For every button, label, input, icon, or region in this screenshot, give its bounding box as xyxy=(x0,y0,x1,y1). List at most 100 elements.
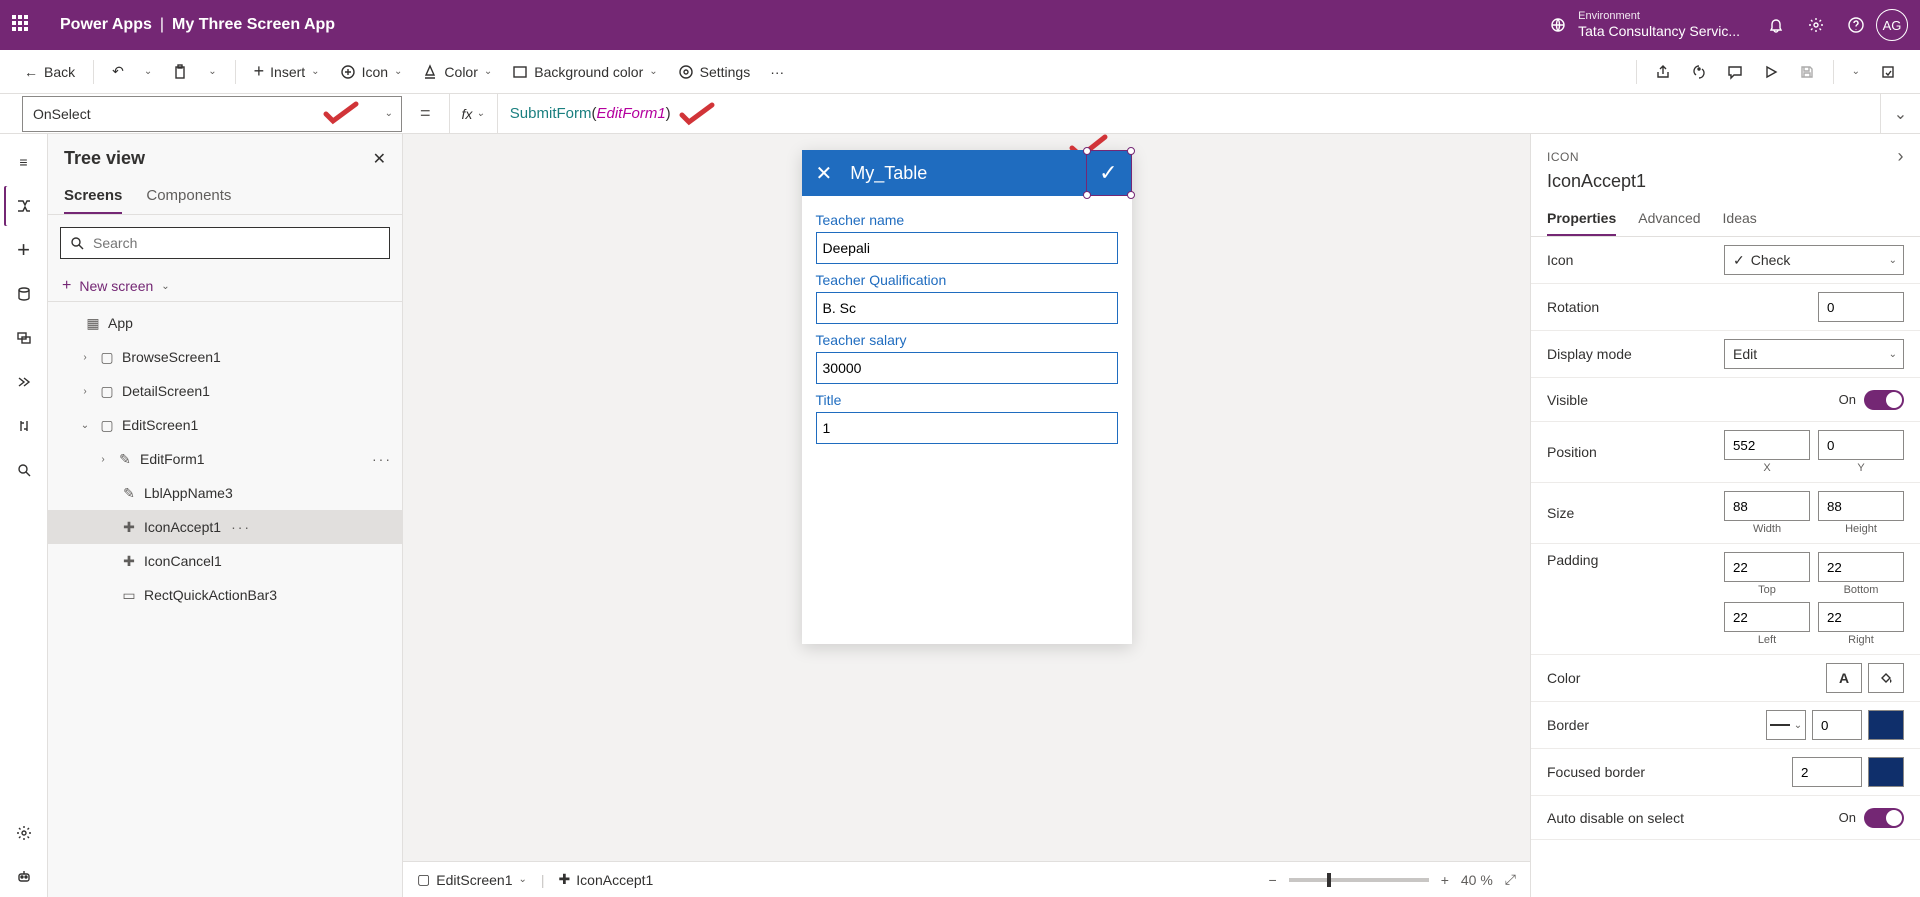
node-editscreen[interactable]: ⌄▢EditScreen1 xyxy=(48,408,402,442)
environment-picker[interactable]: Environment Tata Consultancy Servic... xyxy=(1578,10,1740,40)
rail-tree-icon[interactable] xyxy=(4,186,44,226)
control-name: IconAccept1 xyxy=(1531,171,1920,202)
icon-select[interactable]: ✓ Check⌄ xyxy=(1724,245,1904,275)
autodisable-toggle[interactable] xyxy=(1864,808,1904,828)
expand-formula-icon[interactable]: ⌄ xyxy=(1880,94,1920,133)
preview-icon[interactable] xyxy=(1755,60,1787,84)
field-input[interactable] xyxy=(816,232,1118,264)
search-input[interactable] xyxy=(93,235,381,251)
environment-icon[interactable] xyxy=(1538,5,1578,45)
cancel-icon[interactable]: ✕ xyxy=(816,161,833,186)
font-color-button[interactable]: A xyxy=(1826,663,1862,693)
tab-screens[interactable]: Screens xyxy=(64,179,122,214)
insert-button[interactable]: +Insert⌄ xyxy=(246,57,328,86)
new-screen-button[interactable]: +New screen⌄ xyxy=(48,271,402,302)
tree-search[interactable] xyxy=(60,227,390,259)
node-browsescreen[interactable]: ›▢BrowseScreen1 xyxy=(48,340,402,374)
focused-border-input[interactable] xyxy=(1792,757,1862,787)
field-input[interactable] xyxy=(816,352,1118,384)
checker-icon[interactable] xyxy=(1683,60,1715,84)
comments-icon[interactable] xyxy=(1719,60,1751,84)
field-label: Teacher Qualification xyxy=(816,272,1118,288)
pad-left-input[interactable] xyxy=(1724,602,1810,632)
publish-menu[interactable]: ⌄ xyxy=(1844,62,1868,81)
close-tree-icon[interactable]: ✕ xyxy=(373,149,386,169)
fx-button[interactable]: fx⌄ xyxy=(449,94,498,133)
pad-bottom-input[interactable] xyxy=(1818,552,1904,582)
field-input[interactable] xyxy=(816,412,1118,444)
help-icon[interactable] xyxy=(1836,5,1876,45)
prop-label: Color xyxy=(1547,670,1826,686)
property-selector[interactable]: OnSelect⌄ xyxy=(22,96,402,132)
paste-button[interactable] xyxy=(164,60,196,84)
pos-x-input[interactable] xyxy=(1724,430,1810,460)
user-avatar[interactable]: AG xyxy=(1876,9,1908,41)
bgcolor-button[interactable]: Background color⌄ xyxy=(504,60,665,84)
rail-variables-icon[interactable] xyxy=(4,406,44,446)
breadcrumb-control[interactable]: ✚ IconAccept1 xyxy=(559,871,654,888)
focused-border-color-swatch[interactable] xyxy=(1868,757,1904,787)
displaymode-select[interactable]: Edit⌄ xyxy=(1724,339,1904,369)
tab-advanced[interactable]: Advanced xyxy=(1638,202,1700,236)
rail-virtual-agent-icon[interactable] xyxy=(4,857,44,897)
tab-properties[interactable]: Properties xyxy=(1547,202,1616,236)
notifications-icon[interactable] xyxy=(1756,5,1796,45)
border-color-swatch[interactable] xyxy=(1868,710,1904,740)
paste-menu[interactable]: ⌄ xyxy=(200,62,224,81)
node-iconcancel[interactable]: ✚IconCancel1 xyxy=(48,544,402,578)
rail-data-icon[interactable] xyxy=(4,274,44,314)
chevron-right-icon[interactable]: › xyxy=(1898,146,1905,167)
formula-bar: OnSelect⌄ = fx⌄ SubmitForm(EditForm1) ⌄ xyxy=(0,94,1920,134)
node-detailscreen[interactable]: ›▢DetailScreen1 xyxy=(48,374,402,408)
left-rail: ≡ + xyxy=(0,134,48,897)
rail-media-icon[interactable] xyxy=(4,318,44,358)
rail-insert-icon[interactable]: + xyxy=(4,230,44,270)
rail-flows-icon[interactable] xyxy=(4,362,44,402)
share-icon[interactable] xyxy=(1647,60,1679,84)
rail-search-icon[interactable] xyxy=(4,450,44,490)
fill-color-button[interactable] xyxy=(1868,663,1904,693)
zoom-out-icon[interactable]: − xyxy=(1269,872,1277,888)
rotation-input[interactable] xyxy=(1818,292,1904,322)
rail-hamburger-icon[interactable]: ≡ xyxy=(4,142,44,182)
accept-icon[interactable]: ✓ xyxy=(1099,160,1117,186)
prop-label: Auto disable on select xyxy=(1547,810,1839,826)
app-preview[interactable]: ✕ My_Table ✓ Teacher name Teacher Qualif… xyxy=(802,150,1132,644)
overflow-button[interactable]: ··· xyxy=(762,60,792,84)
height-input[interactable] xyxy=(1818,491,1904,521)
undo-menu[interactable]: ⌄ xyxy=(136,62,160,81)
border-style-select[interactable]: ⌄ xyxy=(1766,710,1806,740)
breadcrumb-screen[interactable]: ▢ EditScreen1 ⌄ xyxy=(417,871,527,888)
tab-components[interactable]: Components xyxy=(146,179,231,214)
node-iconaccept[interactable]: ✚IconAccept1 ··· xyxy=(48,510,402,544)
node-app[interactable]: ▦App xyxy=(48,306,402,340)
icon-button[interactable]: Icon⌄ xyxy=(332,60,411,84)
border-width-input[interactable] xyxy=(1812,710,1862,740)
formula-input[interactable]: SubmitForm(EditForm1) xyxy=(498,94,1880,133)
pad-top-input[interactable] xyxy=(1724,552,1810,582)
rail-settings-icon[interactable] xyxy=(4,813,44,853)
settings-button[interactable]: Settings xyxy=(670,60,759,84)
node-editform[interactable]: ›✎EditForm1··· xyxy=(48,442,402,476)
width-input[interactable] xyxy=(1724,491,1810,521)
publish-icon[interactable] xyxy=(1872,60,1904,84)
canvas-footer: ▢ EditScreen1 ⌄ | ✚ IconAccept1 − + 40 %… xyxy=(403,861,1530,897)
fit-icon[interactable]: ⤢ xyxy=(1505,871,1516,888)
color-button[interactable]: Color⌄ xyxy=(414,60,500,84)
visible-toggle[interactable] xyxy=(1864,390,1904,410)
tab-ideas[interactable]: Ideas xyxy=(1723,202,1757,236)
back-button[interactable]: ←Back xyxy=(16,60,83,84)
pad-right-input[interactable] xyxy=(1818,602,1904,632)
field-input[interactable] xyxy=(816,292,1118,324)
node-rectquickaction[interactable]: ▭RectQuickActionBar3 xyxy=(48,578,402,612)
zoom-slider[interactable] xyxy=(1289,878,1429,882)
undo-button[interactable]: ↶ xyxy=(104,59,132,84)
pos-y-input[interactable] xyxy=(1818,430,1904,460)
node-lblappname[interactable]: ✎LblAppName3 xyxy=(48,476,402,510)
save-icon[interactable] xyxy=(1791,60,1823,84)
field-label: Teacher name xyxy=(816,212,1118,228)
zoom-in-icon[interactable]: + xyxy=(1441,872,1449,888)
field-label: Teacher salary xyxy=(816,332,1118,348)
app-launcher-icon[interactable] xyxy=(12,15,32,35)
settings-icon[interactable] xyxy=(1796,5,1836,45)
